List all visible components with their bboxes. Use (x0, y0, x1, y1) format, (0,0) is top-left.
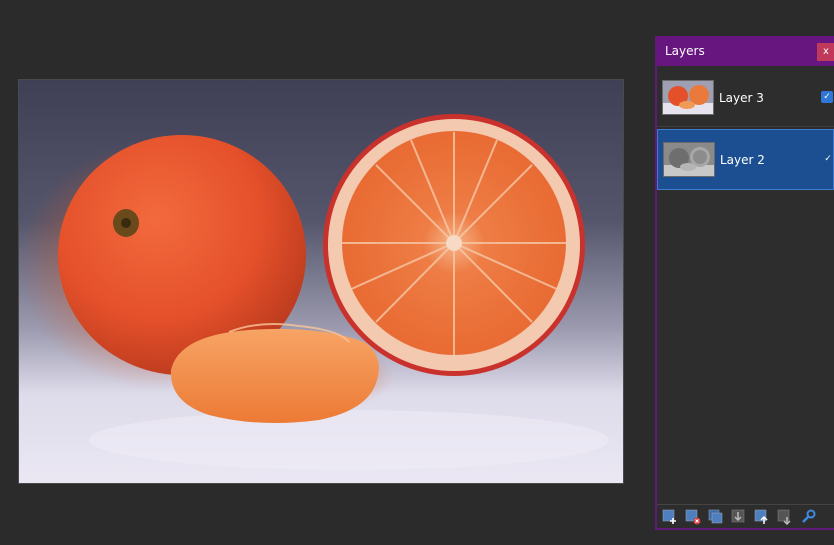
layer-row-layer-2[interactable]: Layer 2 ✓ (657, 129, 834, 190)
layer-2-thumbnail-image (664, 143, 714, 176)
layers-panel-header[interactable]: Layers x (657, 36, 834, 66)
layer-thumbnail (662, 80, 714, 115)
delete-layer-icon[interactable] (685, 509, 701, 525)
layers-toolbar (657, 504, 834, 530)
duplicate-layer-icon[interactable] (708, 509, 724, 525)
layer-name: Layer 2 (720, 153, 765, 167)
layer-thumbnail (663, 142, 715, 177)
layer-properties-icon[interactable] (800, 509, 816, 525)
image-canvas[interactable] (18, 79, 624, 484)
layers-panel: Layers x Layer 3 ✓ Layer 2 ✓ (655, 36, 834, 530)
layers-panel-title: Layers (665, 44, 705, 58)
move-layer-up-icon[interactable] (754, 509, 770, 525)
canvas-image (19, 114, 609, 470)
layer-visibility-checkbox[interactable]: ✓ (822, 153, 834, 165)
layer-3-thumbnail-image (663, 81, 713, 114)
workspace: Layers x Layer 3 ✓ Layer 2 ✓ (0, 0, 834, 545)
add-layer-icon[interactable] (662, 509, 678, 525)
merge-down-icon[interactable] (731, 509, 747, 525)
layer-visibility-checkbox[interactable]: ✓ (821, 91, 833, 103)
close-panel-button[interactable]: x (817, 43, 834, 61)
move-layer-down-icon[interactable] (777, 509, 793, 525)
layer-name: Layer 3 (719, 91, 764, 105)
layer-row-layer-3[interactable]: Layer 3 ✓ (657, 74, 834, 134)
layer-divider (657, 126, 834, 127)
